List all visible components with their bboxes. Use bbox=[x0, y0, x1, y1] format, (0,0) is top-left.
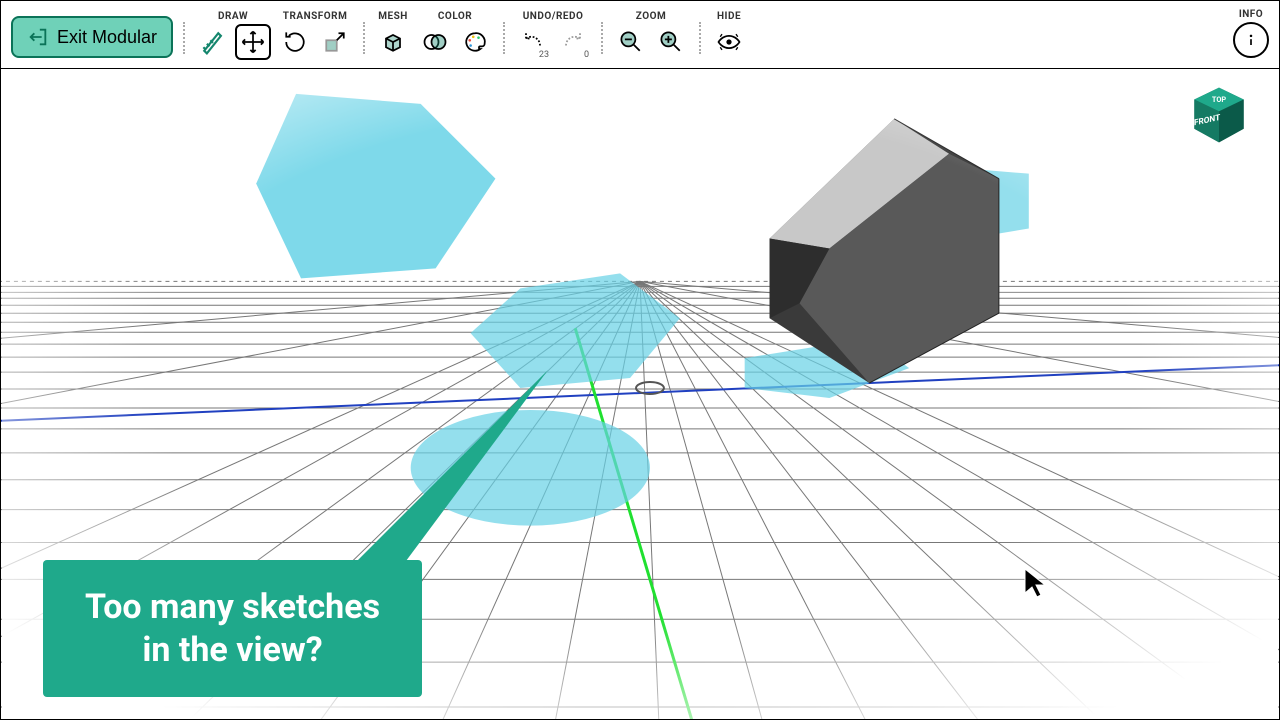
undo-count: 23 bbox=[539, 50, 549, 60]
exit-label: Exit Modular bbox=[57, 27, 157, 48]
undo-button[interactable]: 23 bbox=[515, 24, 551, 60]
redo-count: 0 bbox=[584, 50, 589, 60]
group-transform: TRANSFORM bbox=[277, 11, 353, 60]
move-icon bbox=[239, 28, 267, 56]
zoom-in-icon bbox=[657, 28, 685, 56]
pencil-icon bbox=[199, 28, 227, 56]
circles-icon bbox=[421, 28, 449, 56]
redo-button[interactable]: 0 bbox=[555, 24, 591, 60]
group-label-color: COLOR bbox=[438, 11, 472, 22]
callout-line2: in the view? bbox=[85, 629, 380, 672]
group-info: INFO bbox=[1233, 9, 1269, 60]
group-label-undoredo: UNDO/REDO bbox=[523, 11, 584, 22]
cube-tool[interactable] bbox=[375, 24, 411, 60]
group-hide: HIDE bbox=[711, 11, 747, 60]
divider bbox=[699, 22, 701, 54]
palette-icon bbox=[461, 28, 489, 56]
group-label-transform: TRANSFORM bbox=[283, 11, 348, 22]
divider bbox=[183, 22, 185, 54]
axis-y bbox=[575, 328, 700, 719]
group-label-zoom: ZOOM bbox=[636, 11, 667, 22]
hide-button[interactable] bbox=[711, 24, 747, 60]
zoom-out-button[interactable] bbox=[613, 24, 649, 60]
navcube-top: TOP bbox=[1212, 95, 1226, 104]
group-label-mesh: MESH bbox=[378, 11, 408, 22]
zoom-in-button[interactable] bbox=[653, 24, 689, 60]
exit-modular-button[interactable]: Exit Modular bbox=[11, 16, 173, 58]
divider bbox=[363, 22, 365, 54]
boolean-tool[interactable] bbox=[417, 24, 453, 60]
sketch-hexagon-floating bbox=[256, 94, 495, 278]
tooltip-callout: Too many sketches in the view? bbox=[43, 560, 422, 697]
divider bbox=[503, 22, 505, 54]
divider bbox=[601, 22, 603, 54]
callout-pointer bbox=[353, 365, 573, 575]
rotate-tool[interactable] bbox=[277, 24, 313, 60]
redo-icon bbox=[559, 28, 587, 56]
group-undoredo: UNDO/REDO 23 0 bbox=[515, 11, 591, 60]
info-icon bbox=[1241, 30, 1261, 50]
eye-icon bbox=[715, 28, 743, 56]
group-color: COLOR bbox=[417, 11, 493, 60]
move-tool[interactable] bbox=[235, 24, 271, 60]
palette-tool[interactable] bbox=[457, 24, 493, 60]
zoom-out-icon bbox=[617, 28, 645, 56]
cube-icon bbox=[379, 28, 407, 56]
group-label-info: INFO bbox=[1239, 9, 1263, 20]
group-label-draw: DRAW bbox=[218, 11, 248, 22]
exit-icon bbox=[27, 26, 49, 48]
navigation-cube[interactable]: TOP FRONT bbox=[1187, 83, 1251, 147]
info-button[interactable] bbox=[1233, 22, 1269, 58]
pencil-tool[interactable] bbox=[195, 24, 231, 60]
group-zoom: ZOOM bbox=[613, 11, 689, 60]
mesh-object bbox=[770, 119, 999, 383]
rotate-icon bbox=[281, 28, 309, 56]
scale-tool[interactable] bbox=[317, 24, 353, 60]
cursor-icon bbox=[1023, 567, 1049, 599]
group-label-hide: HIDE bbox=[717, 11, 741, 22]
group-draw: DRAW bbox=[195, 11, 271, 60]
scale-icon bbox=[321, 28, 349, 56]
group-mesh: MESH bbox=[375, 11, 411, 60]
toolbar: Exit Modular DRAW TRANSFORM MESH bbox=[1, 1, 1279, 69]
callout-line1: Too many sketches bbox=[85, 586, 380, 629]
